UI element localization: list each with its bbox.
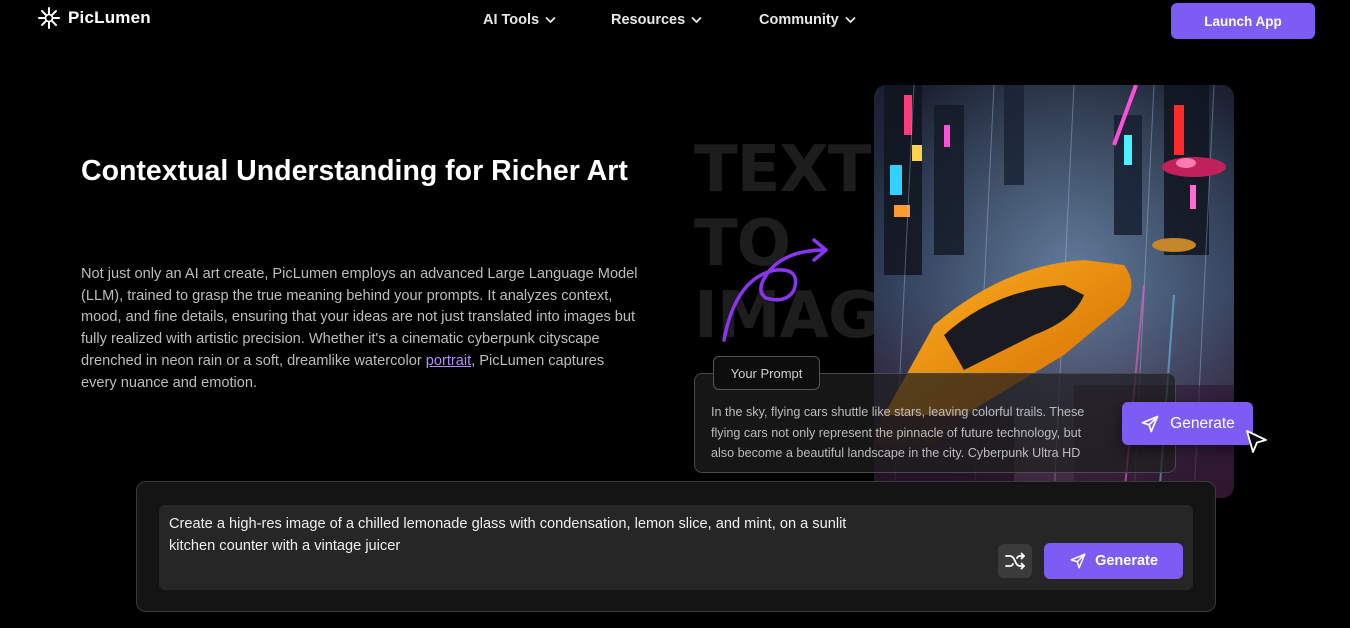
your-prompt-label: Your Prompt — [713, 356, 820, 390]
chevron-down-icon — [845, 16, 856, 24]
launch-app-button[interactable]: Launch App — [1171, 3, 1315, 39]
nav-ai-tools-label: AI Tools — [483, 12, 540, 28]
generate-label: Generate — [1095, 553, 1158, 569]
nav-community-label: Community — [759, 12, 839, 28]
sparkle-burst-icon — [38, 7, 60, 29]
nav-community[interactable]: Community — [759, 12, 856, 28]
portrait-link[interactable]: portrait — [426, 353, 471, 369]
mouse-cursor-icon — [1246, 430, 1267, 453]
section-description: Not just only an AI art create, PicLumen… — [81, 264, 641, 394]
curved-arrow-icon — [722, 238, 828, 342]
prompt-line: also become a beautiful landscape in the… — [711, 446, 1081, 460]
example-generate-label: Generate — [1170, 414, 1235, 432]
chevron-down-icon — [691, 16, 702, 24]
top-nav: PicLumen AI Tools Resources Community La… — [0, 0, 1350, 42]
nav-ai-tools[interactable]: AI Tools — [483, 12, 556, 28]
logo-text: PicLumen — [68, 8, 151, 27]
prompt-input-text: Create a high-res image of a chilled lem… — [169, 513, 969, 557]
prompt-line: flying cars not only represent the pinna… — [711, 425, 1082, 440]
example-prompt-text: In the sky, flying cars shuttle like sta… — [711, 402, 1131, 464]
nav-resources[interactable]: Resources — [611, 12, 702, 28]
section-heading: Contextual Understanding for Richer Art — [81, 155, 628, 187]
shuffle-button[interactable] — [998, 544, 1032, 578]
chevron-down-icon — [545, 16, 556, 24]
generate-button[interactable]: Generate — [1044, 543, 1183, 579]
bg-word-text: TEXT — [694, 133, 871, 207]
prompt-input-line: Create a high-res image of a chilled lem… — [169, 516, 847, 532]
example-generate-button[interactable]: Generate — [1122, 402, 1253, 445]
shuffle-icon — [1005, 552, 1025, 570]
prompt-input-line: kitchen counter with a vintage juicer — [169, 538, 401, 554]
logo[interactable]: PicLumen — [36, 6, 151, 30]
prompt-line: In the sky, flying cars shuttle like sta… — [711, 405, 1085, 419]
send-icon — [1070, 553, 1086, 569]
send-icon — [1141, 415, 1159, 432]
nav-resources-label: Resources — [611, 12, 686, 28]
